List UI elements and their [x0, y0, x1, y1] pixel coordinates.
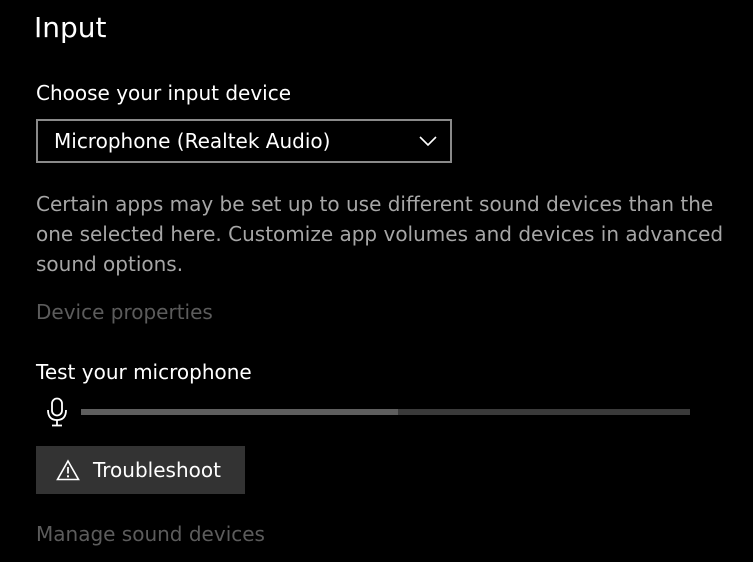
- test-microphone-label: Test your microphone: [36, 360, 252, 384]
- input-device-label: Choose your input device: [36, 81, 292, 105]
- microphone-level-fill: [81, 409, 398, 415]
- device-description: Certain apps may be set up to use differ…: [36, 192, 724, 276]
- troubleshoot-label: Troubleshoot: [93, 458, 221, 482]
- page-title: Input: [34, 11, 107, 44]
- device-properties-link[interactable]: Device properties: [36, 299, 213, 325]
- input-device-selected: Microphone (Realtek Audio): [54, 129, 331, 153]
- input-device-dropdown[interactable]: Microphone (Realtek Audio): [36, 119, 452, 163]
- troubleshoot-button[interactable]: Troubleshoot: [36, 446, 245, 494]
- microphone-icon: [47, 397, 67, 427]
- chevron-down-icon: [419, 136, 437, 147]
- warning-icon: [56, 459, 80, 481]
- microphone-level-meter: [81, 409, 690, 415]
- manage-sound-devices-link[interactable]: Manage sound devices: [36, 521, 265, 547]
